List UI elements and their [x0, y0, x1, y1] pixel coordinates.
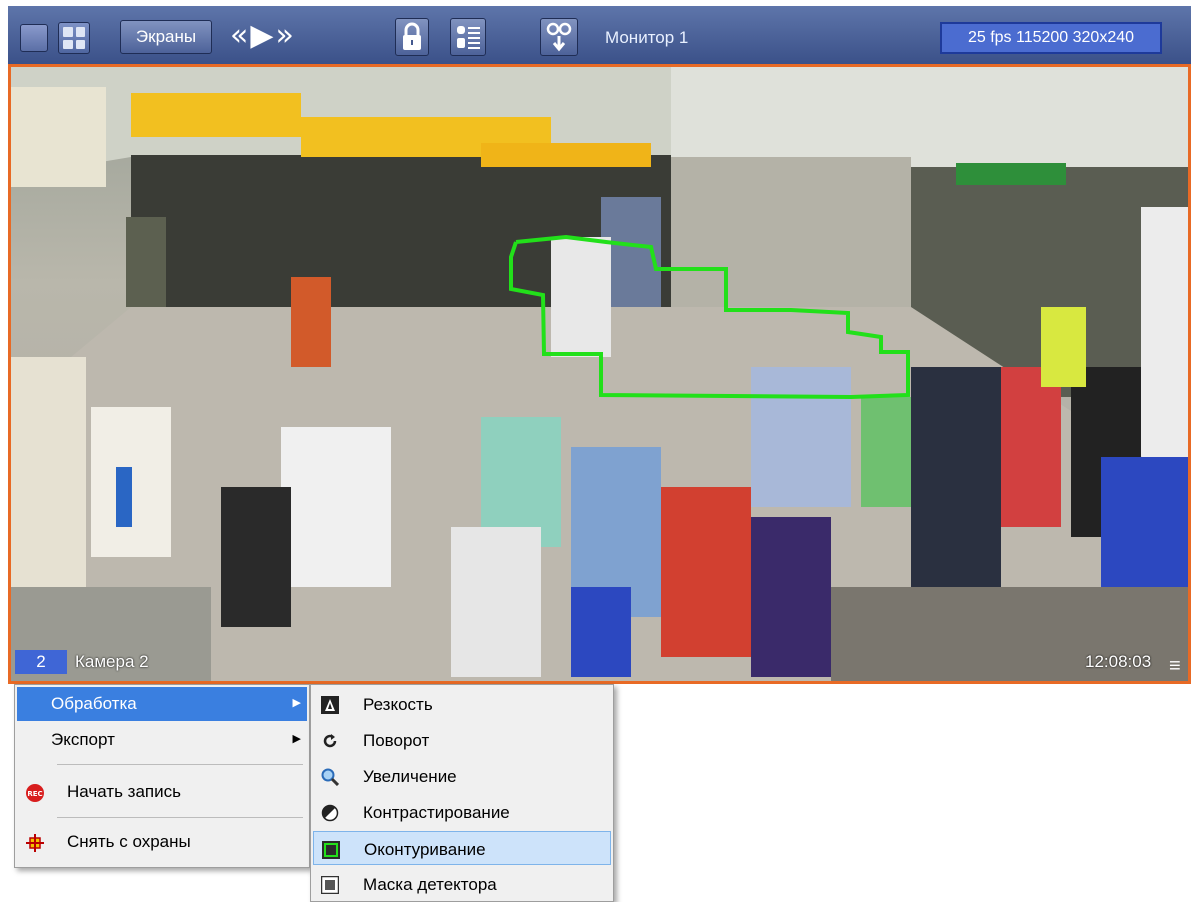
menu-separator [57, 764, 303, 765]
contour-icon [322, 841, 340, 859]
submenu-item-zoom[interactable]: Увеличение [313, 759, 611, 793]
rotate-icon [323, 734, 337, 748]
camera-video-view[interactable]: 2 Камера 2 12:08:03 ≡ [8, 64, 1191, 684]
list-icon [457, 26, 480, 49]
submenu-item-sharpness[interactable]: Резкость [313, 687, 611, 721]
event-list-button[interactable] [450, 18, 486, 56]
submenu-item-contrast[interactable]: Контрастирование [313, 795, 611, 829]
menu-item-export[interactable]: Экспорт ▶ [17, 723, 307, 757]
sharpness-icon [321, 696, 339, 714]
playback-controls: «▶» [230, 18, 296, 54]
camera-control-button[interactable] [540, 18, 578, 56]
processing-submenu: Резкость Поворот Увеличение Контрастиров… [310, 684, 614, 902]
context-menu: Обработка ▶ Экспорт ▶ REC Начать запись … [14, 684, 310, 868]
submenu-item-rotate[interactable]: Поворот [313, 723, 611, 757]
record-icon: REC [26, 784, 44, 802]
menu-item-start-recording[interactable]: REC Начать запись [17, 771, 307, 811]
lock-button[interactable] [395, 18, 429, 56]
disarm-icon [26, 834, 44, 852]
submenu-item-detector-mask[interactable]: Маска детектора [313, 867, 611, 901]
camera-timestamp: 12:08:03 [1085, 652, 1152, 671]
toolbar: Экраны «▶» Монитор 1 25 fps 115200 320x2… [8, 6, 1191, 64]
detector-mask-icon [321, 876, 339, 894]
rewind-icon[interactable]: « [230, 18, 250, 53]
contrast-icon [321, 804, 339, 822]
monitor-label: Монитор 1 [605, 28, 689, 47]
lock-icon [403, 22, 421, 50]
menu-separator [57, 817, 303, 818]
camera-menu-icon[interactable]: ≡ [1169, 656, 1188, 676]
grid-layout-button[interactable] [58, 22, 90, 54]
play-icon[interactable]: ▶ [250, 18, 275, 53]
camera-swap-icon [546, 22, 572, 52]
submenu-item-contour[interactable]: Оконтуривание [313, 831, 611, 865]
zoom-icon [321, 768, 339, 786]
single-layout-button[interactable] [20, 24, 48, 52]
camera-number-badge: 2 [15, 650, 67, 674]
menu-item-processing[interactable]: Обработка ▶ [17, 687, 307, 721]
svg-text:REC: REC [27, 790, 42, 798]
camera-frame-image [11, 67, 1188, 681]
menu-item-disarm[interactable]: Снять с охраны [17, 823, 307, 863]
camera-name: Камера 2 [75, 652, 149, 671]
submenu-arrow-icon: ▶ [292, 697, 301, 709]
submenu-arrow-icon: ▶ [292, 733, 301, 745]
stream-info: 25 fps 115200 320x240 [940, 22, 1162, 54]
screens-button[interactable]: Экраны [120, 20, 212, 54]
fast-forward-icon[interactable]: » [275, 18, 295, 53]
